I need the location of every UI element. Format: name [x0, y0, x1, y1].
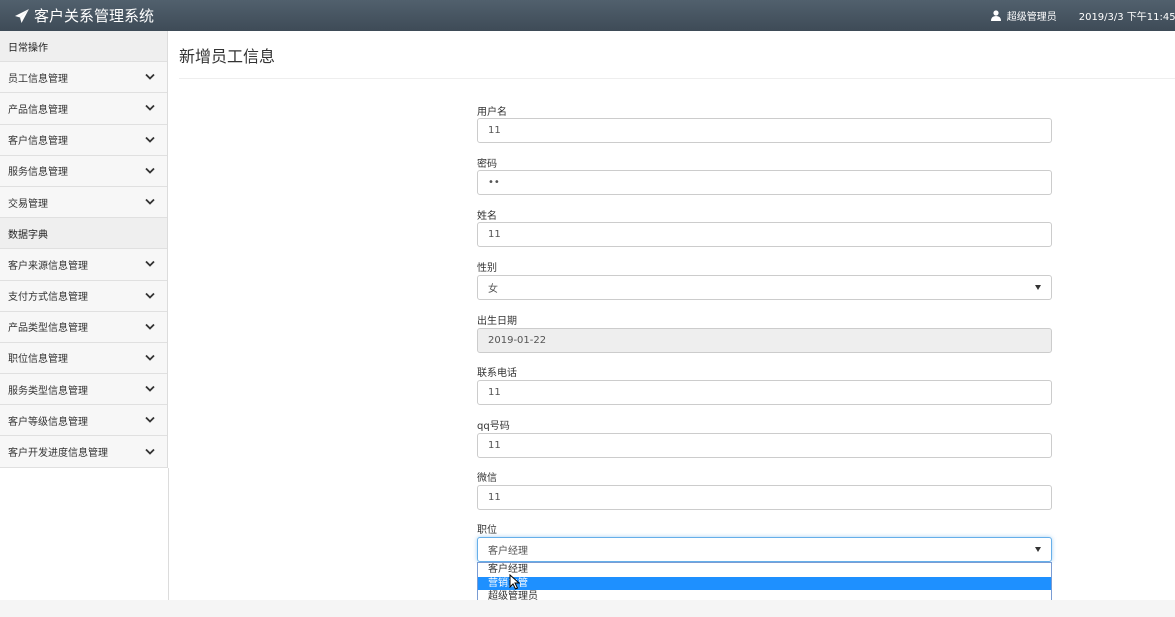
position-dropdown: 客户经理 营销主管 超级管理员	[477, 562, 1052, 605]
title-divider	[179, 78, 1175, 79]
app-title: 客户关系管理系统	[34, 7, 155, 25]
name-input[interactable]: 11	[477, 222, 1052, 247]
datetime: 2019/3/3 下午11:45:	[1078, 12, 1175, 23]
chevron-down-icon	[145, 417, 155, 424]
chevron-down-icon	[145, 105, 155, 112]
sidebar-item-product-type-management[interactable]: 产品类型信息管理	[0, 312, 167, 343]
sidebar-header-data-dictionary: 数据字典	[0, 218, 167, 250]
chevron-down-icon	[145, 448, 155, 455]
chevron-down-icon	[145, 354, 155, 361]
wechat-input[interactable]: 11	[477, 485, 1052, 510]
chevron-down-icon	[145, 261, 155, 268]
sidebar-item-product-management[interactable]: 产品信息管理	[0, 93, 167, 125]
qq-input[interactable]: 11	[477, 433, 1052, 458]
mouse-cursor-icon	[509, 574, 521, 590]
sidebar-item-position-management[interactable]: 职位信息管理	[0, 343, 167, 375]
password-input[interactable]: ••	[477, 170, 1052, 195]
user-icon	[990, 10, 1001, 21]
sidebar-item-service-type-management[interactable]: 服务类型信息管理	[0, 374, 167, 406]
gender-label: 性别	[477, 263, 497, 274]
top-bar: 客户关系管理系统 超级管理员 2019/3/3 下午11:45:	[0, 0, 1175, 31]
gender-select[interactable]: 女	[477, 275, 1052, 300]
sidebar-item-transaction-management[interactable]: 交易管理	[0, 187, 167, 219]
sidebar-item-employee-management[interactable]: 员工信息管理	[0, 62, 167, 94]
phone-label: 联系电话	[477, 368, 517, 379]
caret-down-icon	[1035, 285, 1041, 290]
user-name[interactable]: 超级管理员	[1007, 8, 1057, 23]
sidebar-item-customer-progress-management[interactable]: 客户开发进度信息管理	[0, 436, 167, 468]
bottom-strip	[0, 600, 1175, 617]
content-divider	[168, 468, 169, 600]
sidebar: 日常操作 员工信息管理 产品信息管理 客户信息管理 服务信息管理 交易管理 数据…	[0, 31, 168, 468]
username-label: 用户名	[477, 107, 507, 118]
chevron-down-icon	[145, 386, 155, 392]
sidebar-item-customer-source-management[interactable]: 客户来源信息管理	[0, 249, 167, 281]
chevron-down-icon	[145, 323, 155, 330]
birthdate-label: 出生日期	[477, 316, 517, 327]
password-label: 密码	[477, 159, 497, 170]
position-option-marketing-supervisor[interactable]: 营销主管	[478, 576, 1051, 590]
birthdate-input[interactable]: 2019-01-22	[477, 328, 1052, 353]
username-input[interactable]: 11	[477, 118, 1052, 143]
phone-input[interactable]: 11	[477, 380, 1052, 405]
sidebar-item-service-management[interactable]: 服务信息管理	[0, 156, 167, 187]
wechat-label: 微信	[477, 473, 497, 484]
sidebar-item-customer-management[interactable]: 客户信息管理	[0, 125, 167, 156]
chevron-down-icon	[145, 74, 155, 81]
chevron-down-icon	[145, 292, 155, 299]
page-title: 新增员工信息	[179, 47, 276, 66]
brand[interactable]: 客户关系管理系统	[14, 5, 154, 26]
chevron-down-icon	[145, 167, 155, 174]
sidebar-item-customer-level-management[interactable]: 客户等级信息管理	[0, 405, 167, 437]
user-area: 超级管理员 2019/3/3 下午11:45:	[990, 8, 1175, 23]
caret-down-icon	[1035, 547, 1041, 552]
position-select[interactable]: 客户经理	[477, 537, 1052, 562]
qq-label: qq号码	[477, 421, 510, 432]
position-label: 职位	[477, 525, 497, 536]
sidebar-header-daily-operations: 日常操作	[0, 31, 167, 63]
sidebar-item-payment-method-management[interactable]: 支付方式信息管理	[0, 281, 167, 312]
chevron-down-icon	[145, 198, 155, 205]
position-option-customer-manager[interactable]: 客户经理	[478, 563, 1051, 577]
chevron-down-icon	[145, 136, 155, 143]
send-arrow-icon	[15, 8, 29, 23]
name-label: 姓名	[477, 211, 497, 222]
